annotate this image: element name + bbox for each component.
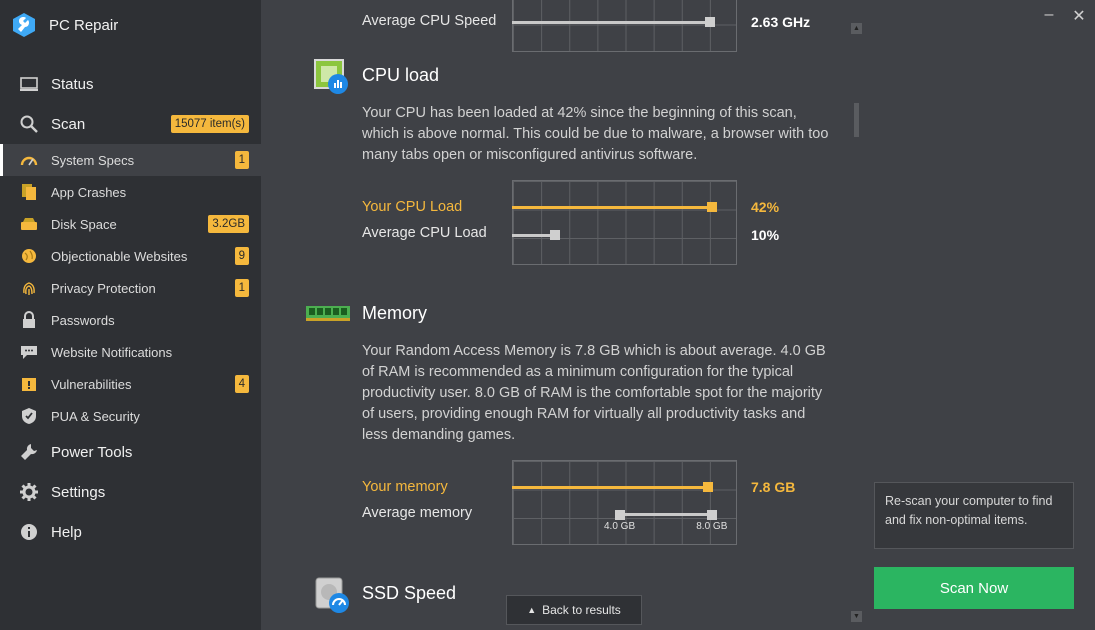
- rescan-info-box: Re-scan your computer to find and fix no…: [874, 482, 1074, 549]
- sidebar-item-label: Website Notifications: [51, 344, 173, 360]
- scrollbar-thumb[interactable]: [854, 103, 859, 137]
- disk-icon: [18, 215, 40, 233]
- close-icon[interactable]: ✕: [1069, 6, 1089, 26]
- minimize-icon[interactable]: –: [1039, 6, 1059, 24]
- sidebar-item-scan[interactable]: Scan 15077 item(s): [0, 104, 261, 144]
- warning-folder-icon: [18, 375, 40, 393]
- ssd-gauge-icon: [312, 575, 352, 620]
- your-memory-value: 7.8 GB: [751, 479, 796, 495]
- cpu-speed-grid: [512, 0, 737, 52]
- sidebar-item-label: Objectionable Websites: [51, 248, 188, 264]
- cpu-load-description: Your CPU has been loaded at 42% since th…: [362, 105, 829, 163]
- sidebar-item-help[interactable]: Help: [0, 512, 261, 552]
- your-cpu-load-value: 42%: [751, 199, 780, 215]
- sidebar-item-label: Passwords: [51, 312, 115, 328]
- avg-cpu-load-knob: [549, 230, 560, 240]
- gear-icon: [18, 483, 40, 501]
- sidebar-nav: Status Scan 15077 item(s) System Specs 1 App …: [0, 64, 261, 552]
- sidebar-item-status[interactable]: Status: [0, 64, 261, 104]
- documents-icon: [18, 183, 40, 201]
- avg-memory-low-knob: [615, 510, 625, 520]
- sidebar-item-label: Disk Space: [51, 216, 117, 232]
- back-to-results-label: Back to results: [542, 603, 621, 617]
- sidebar-item-pua-security[interactable]: PUA & Security: [0, 400, 261, 432]
- sidebar-item-objectionable-websites[interactable]: Objectionable Websites 9: [0, 240, 261, 272]
- ssd-speed-title: SSD Speed: [362, 583, 457, 603]
- sidebar-item-label: Help: [51, 523, 82, 541]
- sidebar-item-label: PUA & Security: [51, 408, 140, 424]
- avg-cpu-speed-value: 2.63 GHz: [751, 14, 811, 30]
- chevron-up-icon: ▲: [527, 605, 537, 615]
- search-icon: [18, 115, 40, 133]
- sidebar-badge: 9: [234, 247, 249, 265]
- sidebar-item-disk-space[interactable]: Disk Space 3.2GB: [0, 208, 261, 240]
- your-memory-label: Your memory: [362, 479, 448, 495]
- your-memory-knob: [702, 482, 713, 492]
- your-cpu-load-knob: [707, 202, 718, 212]
- sidebar-badge: 1: [234, 279, 249, 297]
- avg-memory-range-bar: [620, 513, 713, 516]
- sidebar-item-website-notifications[interactable]: Website Notifications: [0, 336, 261, 368]
- sidebar-item-app-crashes[interactable]: App Crashes: [0, 176, 261, 208]
- avg-memory-low-label: 4.0 GB: [604, 521, 636, 532]
- lock-icon: [18, 311, 40, 329]
- sidebar-item-label: Settings: [51, 483, 106, 501]
- shield-icon: [18, 407, 40, 425]
- info-icon: [18, 523, 40, 541]
- app-title: PC Repair: [49, 16, 119, 34]
- avg-cpu-load-label: Average CPU Load: [362, 225, 487, 241]
- your-cpu-load-label: Your CPU Load: [362, 199, 463, 215]
- memory-description: Your Random Access Memory is 7.8 GB whic…: [362, 343, 826, 443]
- avg-memory-high-knob: [707, 510, 718, 520]
- chat-bubble-icon: [18, 343, 40, 361]
- speedometer-icon: [18, 151, 40, 169]
- memory-title: Memory: [362, 303, 428, 323]
- avg-cpu-speed-bar: [512, 21, 710, 24]
- cpu-load-title: CPU load: [362, 65, 440, 85]
- sidebar-item-label: Power Tools: [51, 443, 133, 461]
- sidebar-item-label: System Specs: [51, 152, 135, 168]
- ram-module-icon: [306, 304, 350, 327]
- avg-cpu-load-bar: [512, 234, 555, 237]
- avg-cpu-speed-knob: [705, 17, 715, 27]
- sidebar-item-label: Privacy Protection: [51, 280, 156, 296]
- avg-memory-high-label: 8.0 GB: [696, 521, 728, 532]
- wrench-icon: [18, 443, 40, 461]
- sidebar-item-system-specs[interactable]: System Specs 1: [0, 144, 261, 176]
- back-to-results-button[interactable]: ▲ Back to results: [506, 595, 642, 625]
- main-content: Average CPU Speed 2.63 GHz CPU load Your…: [261, 0, 875, 630]
- sidebar-item-label: Status: [51, 75, 94, 93]
- sidebar-item-privacy-protection[interactable]: Privacy Protection 1: [0, 272, 261, 304]
- sidebar-item-label: Scan: [51, 115, 86, 133]
- cpu-chip-icon: [312, 57, 350, 100]
- avg-memory-label: Average memory: [362, 505, 473, 521]
- brand: PC Repair: [12, 12, 118, 38]
- sidebar-item-label: Vulnerabilities: [51, 376, 132, 392]
- sidebar-badge: 15077 item(s): [170, 115, 249, 133]
- avg-cpu-load-value: 10%: [751, 227, 780, 243]
- globe-icon: [18, 247, 40, 265]
- avg-cpu-speed-label: Average CPU Speed: [362, 13, 497, 29]
- sidebar-badge: 3.2GB: [208, 215, 249, 233]
- scroll-down-button[interactable]: ▼: [851, 611, 862, 622]
- sidebar-badge: 4: [234, 375, 249, 393]
- scroll-up-button[interactable]: ▲: [851, 23, 862, 34]
- scan-now-button[interactable]: Scan Now: [874, 567, 1074, 609]
- your-memory-bar: [512, 486, 708, 489]
- sidebar-item-settings[interactable]: Settings: [0, 472, 261, 512]
- fingerprint-icon: [18, 279, 40, 297]
- your-cpu-load-bar: [512, 206, 713, 209]
- sidebar: PC Repair Status Scan 15077 item(s) System …: [0, 0, 261, 630]
- sidebar-item-passwords[interactable]: Passwords: [0, 304, 261, 336]
- memory-grid: [512, 460, 737, 545]
- sidebar-item-vulnerabilities[interactable]: Vulnerabilities 4: [0, 368, 261, 400]
- sidebar-item-label: App Crashes: [51, 184, 127, 200]
- monitor-icon: [18, 75, 40, 93]
- sidebar-item-power-tools[interactable]: Power Tools: [0, 432, 261, 472]
- cpu-load-grid: [512, 180, 737, 265]
- pc-repair-logo-icon: [13, 13, 35, 37]
- sidebar-badge: 1: [234, 151, 249, 169]
